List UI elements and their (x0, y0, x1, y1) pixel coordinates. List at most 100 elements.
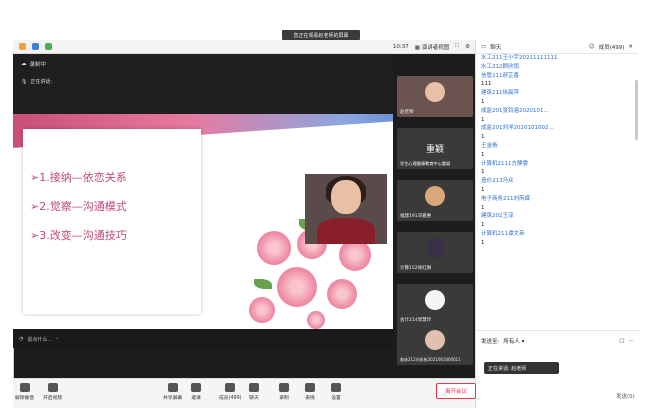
more-icon[interactable]: ⋯ (629, 338, 635, 344)
shield-icon[interactable] (32, 43, 39, 50)
bullet-3: ➢3.改变—沟通技巧 (30, 229, 127, 242)
toolbar-label: 设置 (331, 396, 341, 401)
settings-icon[interactable]: ⚙ (465, 44, 470, 50)
mic-icon (19, 383, 30, 392)
close-icon[interactable]: ✕ (628, 44, 633, 50)
speaking-toast: 正在讲话: 赵老师 (484, 362, 559, 374)
toolbar-label: 共享屏幕 (163, 396, 183, 401)
shared-slide: ➢1.接纳—依恋关系 ➢2.觉察—沟通模式 ➢3.改变—沟通技巧 (13, 114, 393, 329)
comment-input[interactable]: 说点什么... (27, 336, 52, 343)
chat-message: 建筑202王淳 (481, 213, 514, 220)
cloud-icon: ☁ (21, 61, 27, 67)
toolbar-label: 成员(499) (219, 396, 242, 401)
bottom-toolbar: 解除静音 开启视频 共享屏幕 邀请 成员(499) 聊天 录制 表情 设置 (13, 378, 475, 408)
chat-message: 信管211郝芷香 (481, 72, 519, 79)
record-icon (279, 383, 289, 392)
recipient-select[interactable]: 所有人 ▾ (503, 337, 524, 345)
top-toolbar: 10:37 ▦ 演讲者视图 ⛶ ⚙ (13, 40, 476, 54)
chat-message: 水工211王小宇20211111111 (481, 55, 558, 61)
toolbar-item-invite[interactable]: 邀请 (191, 383, 201, 401)
fullscreen-icon[interactable]: ⛶ (455, 43, 459, 50)
toolbar-item-record[interactable]: 录制 (279, 383, 289, 401)
stage-header: ☁ 录制中 🎙 正在讲话: (13, 54, 393, 114)
avatar (425, 186, 445, 206)
chat-message: 计算机211谭文英 (481, 230, 525, 237)
participant-tile[interactable]: 重颖 学生心理健康教育中心重颖 (397, 128, 473, 169)
toolbar-item-share-screen[interactable]: 共享屏幕 (163, 383, 182, 401)
speaker-video (305, 174, 387, 244)
chat-icon (249, 383, 259, 392)
chat-message: 电子商务211刘芮嵘 (481, 195, 530, 202)
chat-icon: ▭ (481, 43, 487, 50)
chat-message: 1 (481, 116, 485, 123)
avatar (425, 290, 445, 310)
emoji-icon (305, 383, 315, 392)
comment-icon[interactable]: ◔ (19, 336, 23, 342)
toolbar-label: 表情 (305, 396, 315, 401)
chat-message: 1 (481, 134, 485, 141)
chat-message: 1 (481, 222, 485, 229)
avatar (425, 82, 445, 102)
slide-bullets: ➢1.接纳—依恋关系 ➢2.觉察—沟通模式 ➢3.改变—沟通技巧 (30, 169, 127, 243)
toolbar-item-chat[interactable]: 聊天 (249, 383, 259, 401)
chat-panel: ▭ 聊天 ☺ 成员(499) ✕ 水工211王小宇20211111111 水工21… (475, 40, 639, 408)
toolbar-label: 解除静音 (15, 396, 35, 401)
image-icon[interactable]: ▢ (619, 338, 624, 344)
chat-message: 111 (481, 81, 492, 88)
chat-message: 王金杨 (481, 142, 498, 149)
members-icon: ☺ (588, 43, 595, 50)
speaking-indicator: 🎙 正在讲话: (21, 78, 53, 86)
chat-message-list: 水工211王小宇20211111111 水工212顾欣雨 信管211郝芷香 111 建筑… (481, 54, 631, 326)
invite-icon (191, 383, 201, 392)
chat-message: 1 (481, 98, 485, 105)
participant-tile[interactable]: 赵老师 (397, 76, 473, 117)
participant-tile[interactable]: 福建191邓嘉惠 (397, 180, 473, 221)
chat-message: 建筑211徐晨萍 (481, 90, 519, 97)
participant-tile[interactable]: 临床212刘永彬2021061000011 (397, 324, 473, 365)
toolbar-item-mic[interactable]: 解除静音 (15, 383, 34, 401)
tab-chat[interactable]: 聊天 (490, 43, 501, 51)
chat-message: 1 (481, 169, 485, 176)
toolbar-label: 邀请 (191, 396, 201, 401)
chat-message: 成监201张钧涵2020101... (481, 107, 549, 114)
screen-share-banner: 您正在观看赵老师的屏幕 (282, 30, 360, 40)
chat-message: 1 (481, 186, 485, 193)
avatar (425, 238, 445, 258)
send-to-bar: 发送至: 所有人 ▾ ▢ ⋯ (476, 330, 639, 350)
toolbar-label: 开启视频 (43, 396, 63, 401)
chat-message: 成监201刘洋2020101002... (481, 125, 554, 132)
view-mode-button[interactable]: ▦ 演讲者视图 (415, 43, 449, 51)
send-button[interactable]: 发送(S) (616, 392, 635, 400)
chat-message: 1 (481, 151, 485, 158)
settings-icon (331, 383, 341, 392)
share-screen-icon (167, 383, 178, 392)
stage-footer: ◔ 说点什么... ‹ (13, 330, 393, 348)
send-to-label: 发送至: (481, 338, 500, 345)
toolbar-item-emoji[interactable]: 表情 (305, 383, 315, 401)
chat-message: 1 (481, 204, 485, 211)
toolbar-item-members[interactable]: 成员(499) (219, 383, 242, 401)
recording-indicator: ☁ 录制中 (21, 61, 47, 68)
signal-icon[interactable] (45, 43, 52, 50)
clock-text: 10:37 (392, 43, 409, 50)
toolbar-label: 录制 (279, 396, 289, 401)
tab-members[interactable]: 成员(499) (599, 43, 625, 51)
chat-message: 1 (481, 239, 485, 246)
leave-meeting-button[interactable]: 离开会议 (436, 383, 476, 399)
chat-message: 水工212顾欣雨 (481, 63, 519, 70)
info-icon[interactable] (19, 43, 26, 50)
participant-tile[interactable]: 计算152徐红琳 (397, 232, 473, 273)
video-icon (47, 383, 58, 392)
participant-list: 赵老师 重颖 学生心理健康教育中心重颖 福建191邓嘉惠 计算152徐红琳 会计… (395, 54, 475, 366)
participant-tile[interactable]: 会计214周慧玲 (397, 284, 473, 325)
toolbar-item-video[interactable]: 开启视频 (43, 383, 62, 401)
bullet-2: ➢2.觉察—沟通模式 (30, 200, 127, 213)
chat-scrollbar[interactable] (635, 80, 638, 140)
main-stage: ☁ 录制中 🎙 正在讲话: ➢1.接纳—依恋关系 ➢2.觉察—沟通模式 ➢3.改… (13, 54, 393, 348)
avatar (425, 330, 445, 350)
chat-message: 造价213冯众 (481, 178, 514, 185)
chat-header: ▭ 聊天 ☺ 成员(499) ✕ (476, 40, 638, 54)
chat-message: 计算机2111方静雯 (481, 160, 528, 167)
chevron-left-icon[interactable]: ‹ (56, 336, 58, 342)
toolbar-item-settings[interactable]: 设置 (331, 383, 341, 401)
